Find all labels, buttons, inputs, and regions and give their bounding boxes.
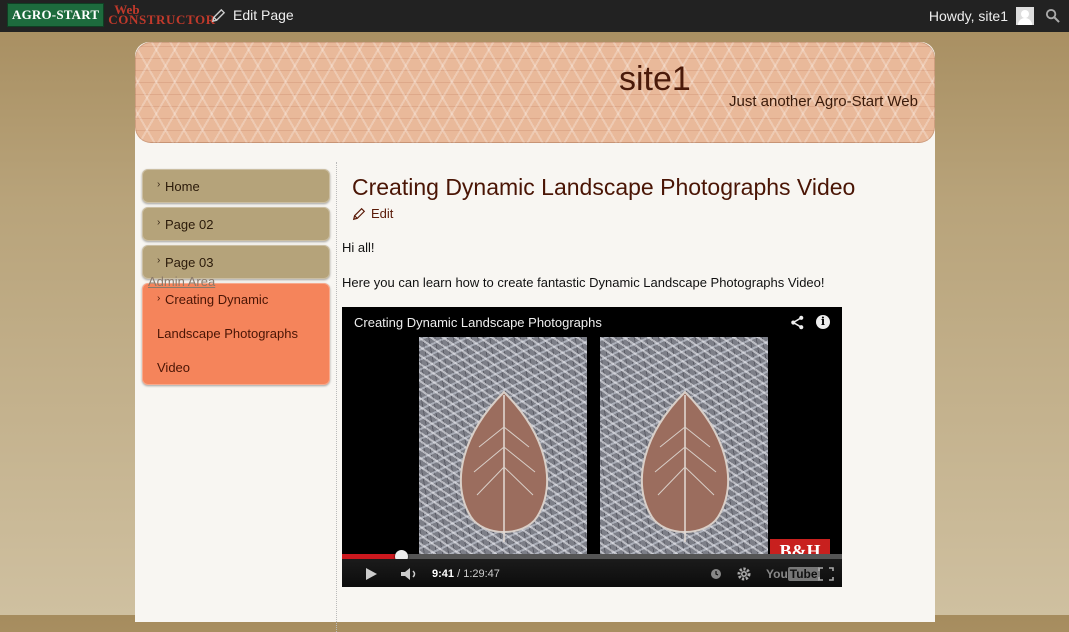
logo-web-constructor: Web CONSTRUCTOR bbox=[108, 3, 216, 27]
site-header: site1 Just another Agro-Start Web bbox=[135, 42, 935, 143]
volume-icon[interactable] bbox=[400, 567, 420, 581]
howdy-label: Howdy, site1 bbox=[928, 8, 1008, 24]
site-title[interactable]: site1 bbox=[619, 60, 691, 99]
chevron-right-icon: › bbox=[157, 255, 161, 266]
column-divider bbox=[336, 162, 337, 632]
edit-link[interactable]: Edit bbox=[352, 206, 393, 221]
sidebar-item-label: Page 02 bbox=[165, 217, 214, 232]
video-player[interactable]: Creating Dynamic Landscape Photographs i… bbox=[342, 307, 842, 587]
video-frame-left bbox=[419, 337, 587, 561]
logo-agro-start: AGRO-START bbox=[7, 3, 105, 27]
logo-constructor-text: CONSTRUCTOR bbox=[108, 12, 216, 27]
info-icon[interactable]: i bbox=[816, 315, 830, 329]
user-account-menu[interactable]: Howdy, site1 bbox=[929, 7, 1034, 25]
admin-area-link[interactable]: Admin Area bbox=[148, 274, 215, 289]
play-icon[interactable] bbox=[364, 567, 378, 581]
current-time: 9:41 bbox=[432, 568, 455, 580]
share-icon[interactable] bbox=[790, 315, 805, 330]
watch-later-icon[interactable] bbox=[710, 568, 722, 580]
paragraph-greeting: Hi all! bbox=[342, 240, 375, 255]
admin-bar: AGRO-START Web CONSTRUCTOR Edit Page How… bbox=[0, 0, 1069, 32]
page-container: site1 Just another Agro-Start Web › Home… bbox=[135, 42, 935, 632]
edit-label: Edit bbox=[371, 206, 394, 221]
page-title: Creating Dynamic Landscape Photographs V… bbox=[352, 174, 856, 200]
edit-page-link[interactable]: Edit Page bbox=[211, 7, 294, 23]
gear-icon[interactable] bbox=[736, 566, 752, 582]
sidebar-item-creating-dynamic-video[interactable]: › Creating Dynamic Landscape Photographs… bbox=[142, 283, 330, 385]
edit-page-label: Edit Page bbox=[233, 7, 294, 23]
pencil-icon bbox=[352, 207, 366, 220]
sidebar-item-label: Page 03 bbox=[165, 255, 214, 270]
site-logo[interactable]: AGRO-START Web CONSTRUCTOR bbox=[7, 3, 216, 27]
video-controls: 9:41 / 1:29:47 You Tube bbox=[342, 559, 842, 587]
leaf-image bbox=[459, 390, 549, 542]
paragraph-intro: Here you can learn how to create fantast… bbox=[342, 275, 825, 290]
video-title[interactable]: Creating Dynamic Landscape Photographs bbox=[354, 315, 602, 330]
sidebar-item-label: Creating Dynamic Landscape Photographs V… bbox=[157, 292, 298, 375]
chevron-right-icon: › bbox=[157, 217, 161, 228]
fullscreen-icon[interactable] bbox=[818, 567, 834, 581]
sidebar-item-page-02[interactable]: › Page 02 bbox=[142, 207, 330, 241]
site-description: Just another Agro-Start Web bbox=[729, 93, 918, 110]
youtube-logo-tube: Tube bbox=[787, 567, 820, 581]
sidebar-item-home[interactable]: › Home bbox=[142, 169, 330, 203]
pencil-icon bbox=[211, 8, 226, 22]
youtube-logo-you: You bbox=[766, 567, 788, 581]
total-time: / 1:29:47 bbox=[457, 568, 500, 580]
avatar bbox=[1016, 7, 1034, 25]
sidebar-item-label: Home bbox=[165, 179, 200, 194]
video-frame-right bbox=[600, 337, 768, 561]
leaf-image bbox=[640, 390, 730, 542]
chevron-right-icon: › bbox=[157, 179, 161, 190]
search-icon[interactable] bbox=[1045, 8, 1060, 23]
video-time: 9:41 / 1:29:47 bbox=[432, 568, 500, 580]
youtube-logo[interactable]: You Tube bbox=[766, 567, 820, 581]
